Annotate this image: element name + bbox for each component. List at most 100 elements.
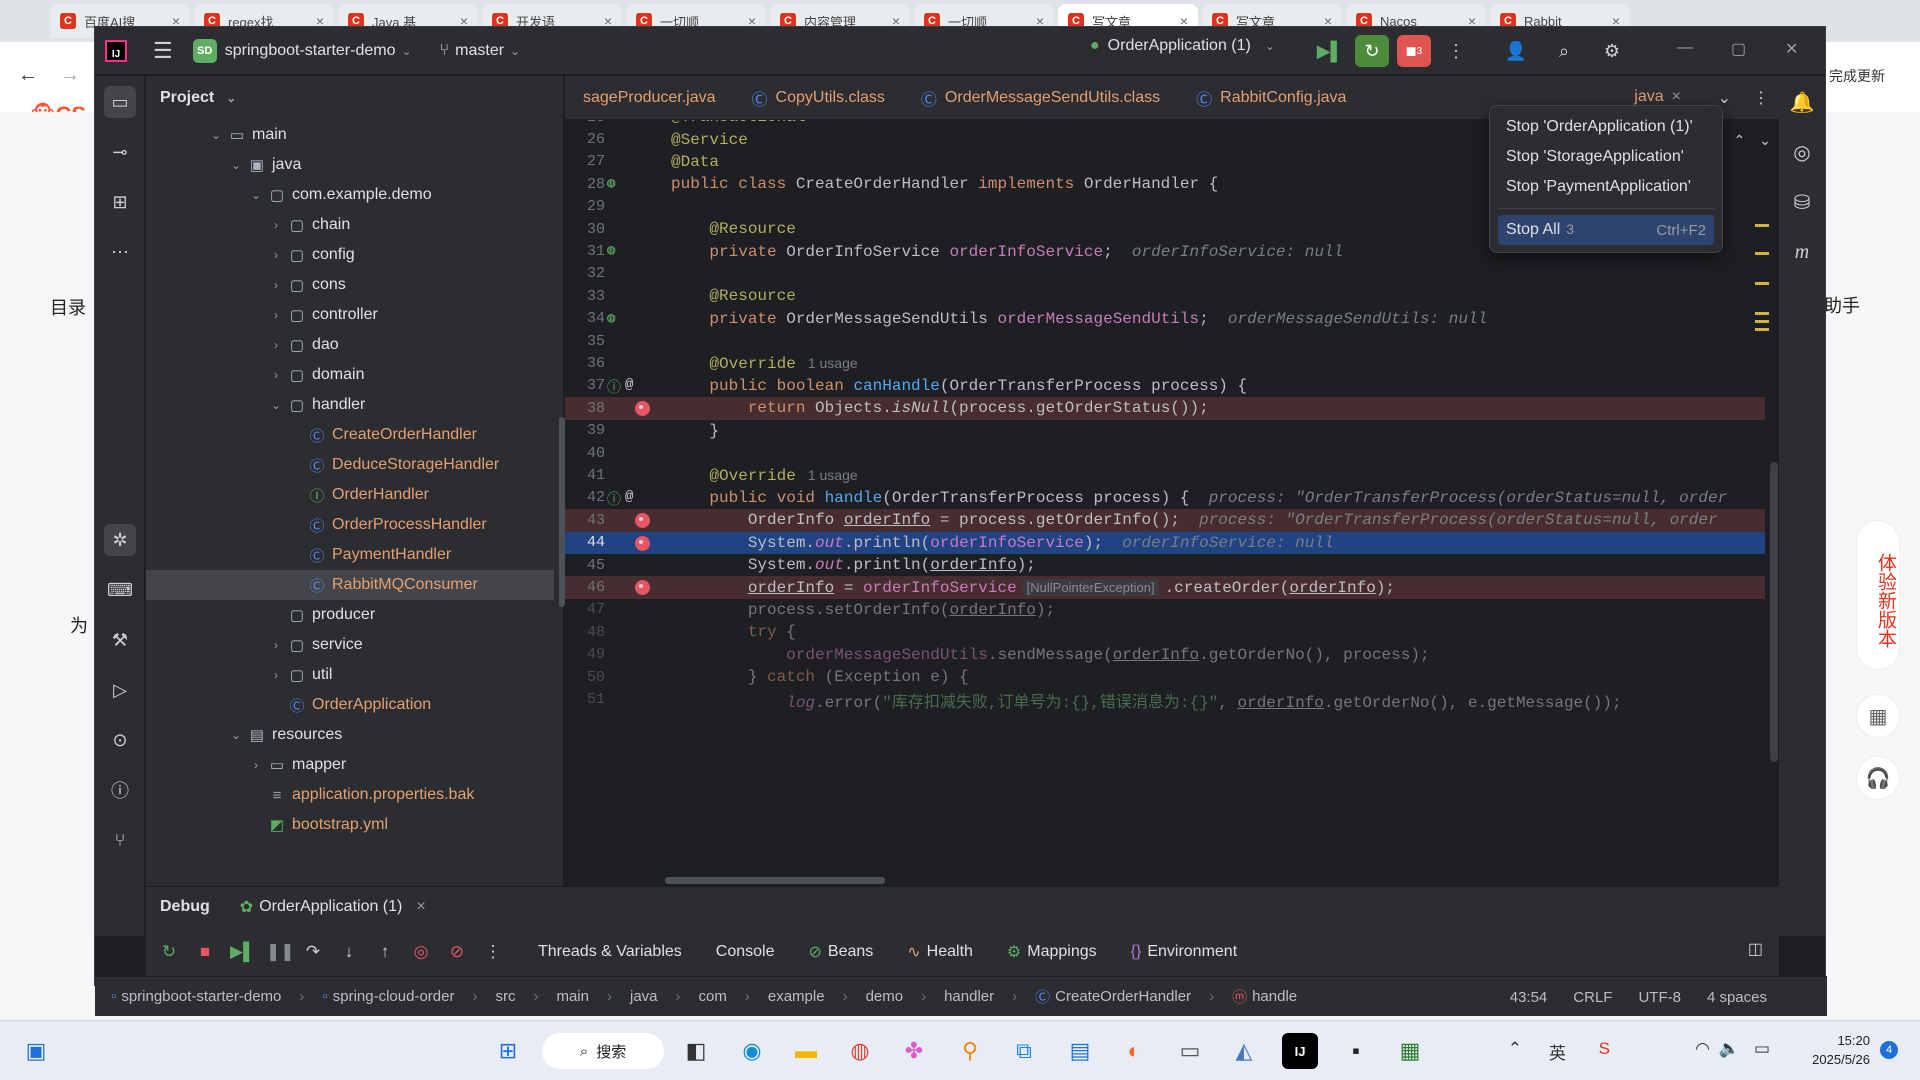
file-encoding[interactable]: UTF-8 bbox=[1638, 989, 1681, 1006]
previous-highlight-icon[interactable]: ⌃ bbox=[1734, 132, 1746, 149]
code-line[interactable]: 49 orderMessageSendUtils.sendMessage(ord… bbox=[565, 644, 1765, 666]
maximize-icon[interactable]: ▢ bbox=[1731, 39, 1746, 59]
caret-position[interactable]: 43:54 bbox=[1510, 989, 1548, 1006]
project-tree-item[interactable]: › ▢ service bbox=[146, 630, 554, 660]
breadcrumb-item[interactable]: demo bbox=[866, 988, 904, 1005]
more-debug-actions-icon[interactable]: ⋮ bbox=[482, 942, 504, 962]
update-button[interactable]: 完成更新 bbox=[1829, 66, 1885, 86]
editor-gutter[interactable] bbox=[605, 442, 671, 464]
debug-session-tab[interactable]: ✿ OrderApplication (1) × bbox=[240, 897, 426, 917]
breadcrumb-item[interactable]: src bbox=[495, 988, 515, 1005]
add-user-icon[interactable]: 👤 bbox=[1499, 35, 1533, 67]
step-over-icon[interactable]: ↷ bbox=[302, 942, 324, 962]
breadcrumb-item[interactable]: example bbox=[768, 988, 825, 1005]
show-hidden-icons-icon[interactable]: ⌃ bbox=[1508, 1039, 1522, 1059]
code-line[interactable]: 43 OrderInfo orderInfo = process.getOrde… bbox=[565, 509, 1765, 532]
battery-icon[interactable]: ▭ bbox=[1754, 1039, 1770, 1059]
editor-gutter[interactable] bbox=[605, 218, 671, 240]
step-out-icon[interactable]: ↑ bbox=[374, 942, 396, 962]
run-config-selector[interactable]: ● OrderApplication (1) ⌄ bbox=[1090, 37, 1275, 55]
breakpoint-icon[interactable] bbox=[635, 513, 650, 529]
chevron-down-icon[interactable]: ⌄ bbox=[226, 728, 246, 742]
editor-gutter[interactable] bbox=[605, 532, 671, 554]
breadcrumb-item[interactable]: ▫ springboot-starter-demo bbox=[111, 988, 281, 1005]
minimize-icon[interactable]: — bbox=[1677, 39, 1693, 57]
chevron-down-icon[interactable]: ⌄ bbox=[206, 128, 226, 142]
headset-icon[interactable]: 🎧 bbox=[1856, 756, 1900, 800]
edge-icon[interactable]: ◉ bbox=[734, 1033, 770, 1069]
code-line[interactable]: 41 @Override 1 usage bbox=[565, 464, 1765, 486]
project-panel-header[interactable]: Project ⌄ bbox=[146, 76, 563, 120]
rerun-icon[interactable]: ↻ bbox=[1355, 35, 1389, 67]
warning-stripe[interactable] bbox=[1755, 312, 1769, 315]
indent-setting[interactable]: 4 spaces bbox=[1707, 989, 1767, 1006]
editor-gutter[interactable]: ⓘ @ bbox=[605, 487, 671, 509]
task-view-icon[interactable]: ◧ bbox=[678, 1033, 714, 1069]
chevron-down-icon[interactable]: ⌄ bbox=[1718, 88, 1731, 108]
close-icon[interactable]: ✕ bbox=[1785, 39, 1798, 59]
editor-gutter[interactable] bbox=[605, 509, 671, 531]
warning-stripe[interactable] bbox=[1755, 252, 1769, 255]
project-tree-item[interactable]: › ▢ config bbox=[146, 240, 554, 270]
chevron-right-icon[interactable]: › bbox=[266, 338, 286, 352]
project-tree-item[interactable]: ⌄ ▣ java bbox=[146, 150, 554, 180]
back-icon[interactable]: ← bbox=[18, 64, 38, 87]
editor-gutter[interactable] bbox=[605, 151, 671, 173]
code-line[interactable]: 50 } catch (Exception e) { bbox=[565, 666, 1765, 688]
widgets-icon[interactable]: ▣ bbox=[18, 1033, 54, 1069]
remote-desktop-icon[interactable]: ⧉ bbox=[1006, 1033, 1042, 1069]
editor-gutter[interactable] bbox=[605, 397, 671, 419]
debug-tab[interactable]: {} Environment bbox=[1131, 943, 1238, 961]
project-tree-item[interactable]: › ▢ chain bbox=[146, 210, 554, 240]
editor-gutter[interactable] bbox=[605, 666, 671, 688]
editor-gutter[interactable] bbox=[605, 644, 671, 666]
code-line[interactable]: 34 ◍ private OrderMessageSendUtils orderM… bbox=[565, 308, 1765, 330]
next-highlight-icon[interactable]: ⌄ bbox=[1759, 132, 1771, 149]
chevron-right-icon[interactable]: › bbox=[266, 638, 286, 652]
chevron-right-icon[interactable]: › bbox=[266, 668, 286, 682]
taskbar-search[interactable]: ⌕ 搜索 bbox=[542, 1033, 664, 1069]
project-tree-item[interactable]: ⌄ ▤ resources bbox=[146, 720, 554, 750]
code-line[interactable]: 47 process.setOrderInfo(orderInfo); bbox=[565, 599, 1765, 621]
project-folder-icon[interactable]: ▭ bbox=[104, 86, 136, 118]
project-tree-item[interactable]: ⌄ ▢ com.example.demo bbox=[146, 180, 554, 210]
qrcode-icon[interactable]: ▦ bbox=[1856, 694, 1900, 738]
git-icon[interactable]: ⑂ bbox=[104, 824, 136, 856]
resume-program-icon[interactable]: ▶▌ bbox=[1313, 35, 1347, 67]
breadcrumb-item[interactable]: com bbox=[699, 988, 727, 1005]
override-icon[interactable]: @ bbox=[625, 489, 633, 505]
breadcrumb-item[interactable]: main bbox=[556, 988, 589, 1005]
editor-gutter[interactable]: ⓘ @ bbox=[605, 375, 671, 397]
close-icon[interactable]: × bbox=[416, 898, 425, 916]
app-icon[interactable]: ✤ bbox=[896, 1033, 932, 1069]
override-icon[interactable]: @ bbox=[625, 377, 633, 393]
editor-gutter[interactable] bbox=[605, 554, 671, 576]
editor-gutter[interactable] bbox=[605, 464, 671, 486]
mute-breakpoints-icon[interactable]: ⊘ bbox=[446, 942, 468, 962]
project-tree-item[interactable]: ◩ bootstrap.yml bbox=[146, 810, 554, 840]
stop-menu-item[interactable]: Stop 'StorageApplication' bbox=[1498, 142, 1714, 172]
more-tools-icon[interactable]: ⋯ bbox=[104, 236, 136, 268]
close-tab-icon[interactable]: × bbox=[1672, 88, 1681, 106]
intellij-taskbar-icon[interactable]: IJ bbox=[1282, 1033, 1318, 1069]
view-breakpoints-icon[interactable]: ◎ bbox=[410, 942, 432, 962]
stop-menu-item[interactable]: Stop 'PaymentApplication' bbox=[1498, 172, 1714, 202]
project-tree-item[interactable]: Ⓒ CreateOrderHandler bbox=[146, 420, 554, 450]
postman-icon[interactable]: ◐ bbox=[1116, 1033, 1152, 1069]
project-tree-item[interactable]: Ⓒ PaymentHandler bbox=[146, 540, 554, 570]
chevron-right-icon[interactable]: › bbox=[266, 248, 286, 262]
project-tree-item[interactable]: Ⓘ OrderHandler bbox=[146, 480, 554, 510]
breadcrumb-item[interactable]: java bbox=[630, 988, 658, 1005]
project-badge[interactable]: SD bbox=[192, 38, 217, 63]
notepad-icon[interactable]: ▤ bbox=[1062, 1033, 1098, 1069]
warning-stripe[interactable] bbox=[1755, 224, 1769, 227]
editor-gutter[interactable] bbox=[605, 352, 671, 374]
monitor-app-icon[interactable]: ◭ bbox=[1226, 1033, 1262, 1069]
implements-method-icon[interactable]: ⓘ bbox=[607, 377, 621, 397]
debug-bug-icon[interactable]: ✲ bbox=[104, 524, 136, 556]
project-tree-item[interactable]: ▢ producer bbox=[146, 600, 554, 630]
debug-tab[interactable]: ⚙ Mappings bbox=[1007, 942, 1097, 962]
editor-gutter[interactable] bbox=[605, 196, 671, 218]
editor-gutter[interactable] bbox=[605, 599, 671, 621]
wifi-icon[interactable]: ◠ bbox=[1695, 1039, 1710, 1059]
